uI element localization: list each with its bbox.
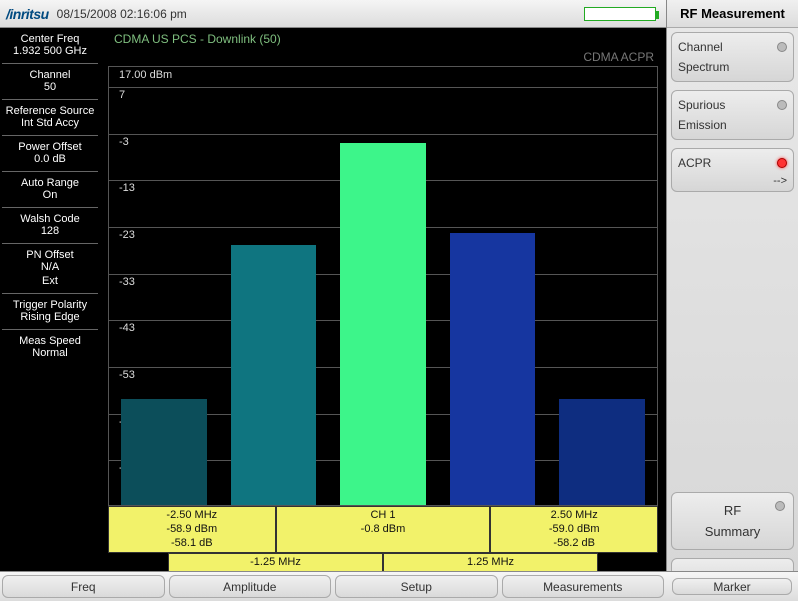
bar-1.25 MHz (450, 233, 535, 505)
param-reference-source: Reference SourceInt Std Accy (0, 100, 100, 135)
freq-button[interactable]: Freq (2, 575, 165, 598)
param-channel: Channel50 (0, 64, 100, 99)
title-bar: /inritsu 08/15/2008 02:16:06 pm (0, 0, 666, 28)
vendor-logo: /inritsu (6, 6, 49, 22)
param-ext: Ext (0, 275, 100, 293)
cell-lower-adj: -2.50 MHz-58.9 dBm-58.1 dB (108, 506, 276, 553)
datetime-label: 08/15/2008 02:16:06 pm (57, 7, 584, 21)
param-meas-speed: Meas SpeedNormal (0, 330, 100, 365)
spurious-label: Spurious (678, 98, 725, 112)
chart-bars (109, 67, 657, 505)
acpr-button[interactable]: ACPR --> (671, 148, 794, 192)
chart: 17.00 dBm 7-3-13-23-33-43-53-63-73 (108, 66, 658, 506)
setup-button[interactable]: Setup (335, 575, 498, 598)
parameter-panel: Center Freq1.932 500 GHz Channel50 Refer… (0, 28, 100, 571)
measurement-mode-label: CDMA ACPR (583, 50, 654, 64)
spectrum-label: Spectrum (678, 60, 729, 74)
plot-area: CDMA US PCS - Downlink (50) CDMA ACPR 17… (100, 28, 666, 571)
bar--2.50 MHz (121, 399, 206, 505)
spurious-emission-button[interactable]: Spurious Emission (671, 90, 794, 140)
param-trigger-polarity: Trigger PolarityRising Edge (0, 294, 100, 329)
bar--1.25 MHz (231, 245, 316, 505)
amplitude-button[interactable]: Amplitude (169, 575, 332, 598)
soft-key-header: RF Measurement (667, 0, 798, 28)
acpr-label: ACPR (678, 156, 711, 170)
led-icon (775, 501, 785, 511)
led-icon (777, 42, 787, 52)
battery-icon (584, 7, 656, 21)
summary-label: Summary (678, 524, 787, 539)
bottom-menu-right: Marker (666, 571, 798, 601)
cell-upper-adj: 2.50 MHz-59.0 dBm-58.2 dB (490, 506, 658, 553)
table-row: -2.50 MHz-58.9 dBm-58.1 dB CH 1-0.8 dBm … (108, 506, 658, 553)
rf-summary-button[interactable]: RF Summary (671, 492, 794, 550)
plot-title: CDMA US PCS - Downlink (50) (114, 32, 281, 46)
param-pn-offset: PN OffsetN/A (0, 244, 100, 279)
param-auto-range: Auto RangeOn (0, 172, 100, 207)
param-walsh-code: Walsh Code128 (0, 208, 100, 243)
arrow-icon: --> (678, 173, 787, 187)
cell-main-ch: CH 1-0.8 dBm (276, 506, 491, 553)
led-active-icon (777, 158, 787, 168)
param-center-freq: Center Freq1.932 500 GHz (0, 28, 100, 63)
rf-label: RF (678, 503, 787, 518)
bar-CH 1 (340, 143, 425, 505)
measurements-button[interactable]: Measurements (502, 575, 665, 598)
bottom-menu: Freq Amplitude Setup Measurements (0, 571, 666, 601)
led-icon (777, 100, 787, 110)
channel-spectrum-button[interactable]: Channel Spectrum (671, 32, 794, 82)
param-power-offset: Power Offset0.0 dB (0, 136, 100, 171)
channel-label: Channel (678, 40, 723, 54)
chart-grid: 17.00 dBm 7-3-13-23-33-43-53-63-73 (108, 66, 658, 506)
marker-button[interactable]: Marker (672, 578, 792, 595)
emission-label: Emission (678, 118, 727, 132)
soft-key-panel: RF Measurement Channel Spectrum Spurious… (666, 0, 798, 601)
bar-2.50 MHz (559, 399, 644, 505)
